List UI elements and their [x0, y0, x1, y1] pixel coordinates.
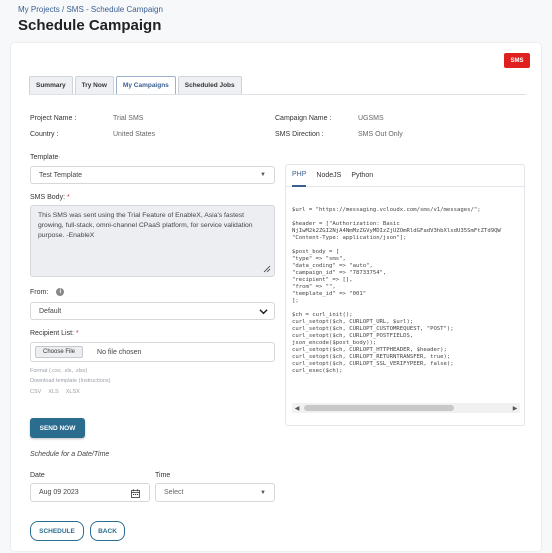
horizontal-scrollbar[interactable]: ◀ ▶ [292, 403, 520, 413]
chevron-down-icon: ▼ [260, 489, 266, 496]
download-csv-link[interactable]: CSV [30, 389, 41, 395]
calendar-icon[interactable] [131, 489, 140, 498]
tab-scheduled-jobs[interactable]: Scheduled Jobs [177, 76, 242, 94]
time-label: Time [155, 472, 171, 479]
chevron-down-icon [259, 309, 268, 315]
time-select[interactable]: Select ▼ [155, 483, 275, 502]
sms-direction-row: SMS Direction : SMS Out Only [275, 131, 403, 138]
back-button[interactable]: BACK [90, 521, 125, 541]
campaign-name-label: Campaign Name : [275, 115, 332, 122]
campaign-name-row: Campaign Name : UGSMS [275, 115, 384, 122]
sms-badge: SMS [504, 53, 530, 68]
country-row: Country : United States [30, 131, 155, 138]
from-value: Default [39, 307, 62, 315]
tab-my-campaigns[interactable]: My Campaigns [115, 76, 176, 94]
info-icon[interactable]: i [56, 288, 65, 296]
send-now-button[interactable]: SEND NOW [30, 418, 85, 438]
download-xlsx-link[interactable]: XLSX [66, 389, 80, 395]
tab-try-now[interactable]: Try Now [74, 76, 114, 94]
download-template-label: Download template (Instructions) [30, 378, 111, 384]
download-xls-link[interactable]: XLS [48, 389, 58, 395]
template-label: Template· [30, 154, 61, 161]
page-title: Schedule Campaign [18, 17, 162, 34]
sms-body-label: SMS Body: * [30, 194, 70, 201]
date-input[interactable]: Aug 09 2023 [30, 483, 150, 502]
resize-handle-icon[interactable] [263, 265, 271, 273]
scroll-left-icon[interactable]: ◀ [292, 403, 302, 413]
tab-bar: Summary Try Now My Campaigns Scheduled J… [29, 76, 244, 94]
code-snippet-panel: PHP NodeJS Python $url = "https://messag… [285, 164, 525, 426]
breadcrumb[interactable]: My Projects / SMS - Schedule Campaign [18, 5, 163, 14]
code-snippet: $url = "https://messaging.vcloudx.com/sm… [292, 207, 501, 374]
sms-direction-value: SMS Out Only [358, 131, 403, 138]
schedule-heading: Schedule for a Date/Time [30, 451, 110, 458]
code-tab-nodejs[interactable]: NodeJS [316, 165, 341, 187]
template-value: Test Template [39, 171, 83, 179]
project-name-value: Trial SMS [113, 115, 144, 122]
project-name-label: Project Name : [30, 115, 77, 122]
time-placeholder: Select [164, 489, 184, 496]
sms-body-textarea[interactable]: This SMS was sent using the Trial Featur… [30, 205, 275, 277]
no-file-text: No file chosen [97, 348, 142, 356]
recipient-file-input[interactable]: Choose File No file chosen [30, 342, 275, 362]
campaign-name-value: UGSMS [358, 115, 384, 122]
code-tab-python[interactable]: Python [351, 165, 373, 187]
date-value: Aug 09 2023 [39, 489, 79, 496]
project-name-row: Project Name : Trial SMS [30, 115, 143, 122]
from-label: From: i [30, 288, 65, 296]
code-tab-bar: PHP NodeJS Python [286, 165, 524, 187]
chevron-down-icon: ▼ [260, 172, 266, 178]
schedule-button[interactable]: SCHEDULE [30, 521, 84, 541]
date-label: Date [30, 472, 45, 479]
tabs-divider [29, 94, 526, 95]
download-links: CSV XLS XLSX [30, 389, 87, 395]
sms-direction-label: SMS Direction : [275, 131, 324, 138]
template-select[interactable]: Test Template ▼ [30, 166, 275, 184]
scroll-right-icon[interactable]: ▶ [510, 403, 520, 413]
sms-body-text: This SMS was sent using the Trial Featur… [38, 212, 253, 239]
choose-file-button[interactable]: Choose File [35, 346, 84, 358]
country-value: United States [113, 131, 156, 138]
format-hint: Format (.csv, .xls, .xlsx) [30, 368, 88, 374]
from-select[interactable]: Default [30, 302, 275, 320]
code-tab-php[interactable]: PHP [292, 165, 307, 187]
tab-summary[interactable]: Summary [29, 76, 73, 94]
country-label: Country : [30, 131, 59, 138]
recipient-label: Recipient List: * [30, 330, 79, 337]
scrollbar-thumb[interactable] [304, 405, 454, 411]
